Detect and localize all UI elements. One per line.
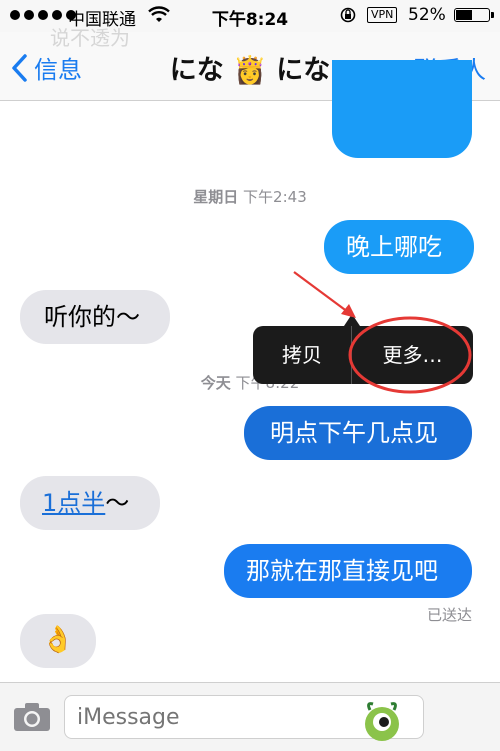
message-text: 听你的～ [44, 303, 140, 331]
message-bubble-partial[interactable] [332, 60, 472, 158]
battery-icon [454, 8, 494, 22]
message-text: 晚上哪吃 [346, 233, 442, 261]
message-text: 明点下午几点见 [270, 419, 438, 447]
timestamp-day: 星期日 [193, 188, 239, 206]
menu-item-copy[interactable]: 拷贝 [253, 326, 351, 384]
message-bubble-incoming[interactable]: 1点半～ [20, 476, 160, 530]
timestamp-time: 下午2:43 [243, 188, 307, 206]
message-text: ～ [105, 489, 130, 517]
input-bar [0, 682, 500, 751]
battery-percent: 52% [408, 5, 446, 25]
app-logo-icon [365, 702, 399, 741]
annotation-arrow-icon [293, 271, 353, 316]
vpn-badge: VPN [367, 7, 398, 23]
ghost-scrolled-text: 说不透为 [50, 26, 130, 50]
timestamp-day: 今天 [200, 374, 231, 392]
menu-pointer [344, 314, 360, 326]
delivered-status: 已送达 [426, 606, 472, 624]
message-bubble-outgoing[interactable]: 晚上哪吃 [324, 220, 474, 274]
message-bubble-outgoing[interactable]: 那就在那直接见吧 [224, 544, 472, 598]
message-bubble-incoming[interactable]: 👌 [20, 614, 96, 668]
battery-fill [456, 10, 472, 20]
context-menu: 拷贝 更多… [253, 314, 473, 384]
menu-item-more[interactable]: 更多… [352, 326, 473, 384]
timestamp: 星期日 下午2:43 [0, 186, 500, 207]
message-bubble-outgoing-selected[interactable]: 明点下午几点见 [244, 406, 472, 460]
message-bubble-incoming[interactable]: 听你的～ [20, 290, 170, 344]
lock-rotation-icon [340, 7, 356, 23]
camera-icon[interactable] [12, 701, 52, 733]
message-emoji: 👌 [41, 625, 75, 655]
message-text: 那就在那直接见吧 [246, 557, 438, 585]
message-link[interactable]: 1点半 [42, 489, 105, 517]
